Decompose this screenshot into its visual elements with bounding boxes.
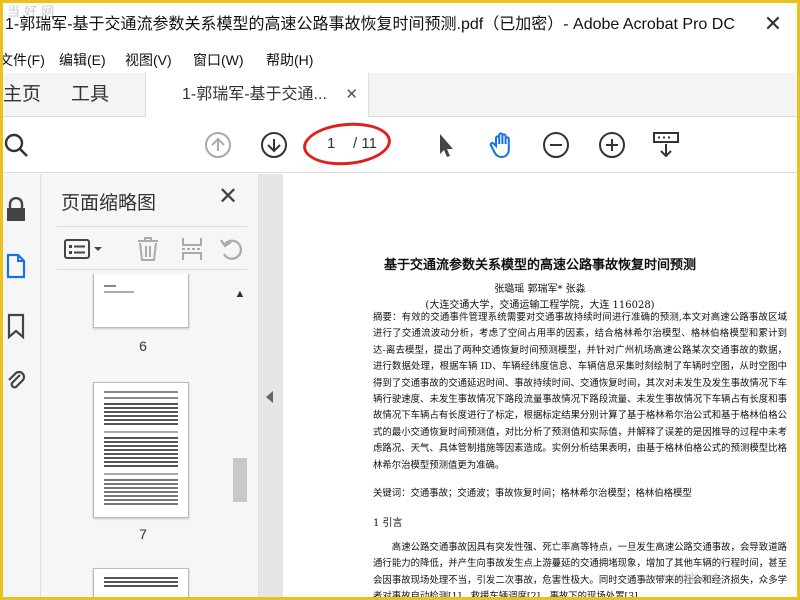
thumbnail-toolbar: [57, 226, 247, 270]
panel-collapse-handle[interactable]: [259, 174, 283, 597]
menu-edit[interactable]: 编辑(E): [59, 47, 106, 73]
acrobat-window: 当 好 网 1-郭瑞军-基于交通流参数关系模型的高速公路事故恢复时间预测.pdf…: [3, 3, 797, 597]
window-close-button[interactable]: ✕: [759, 11, 787, 39]
menu-window[interactable]: 窗口(W): [193, 47, 244, 73]
title-bar: 当 好 网 1-郭瑞军-基于交通流参数关系模型的高速公路事故恢复时间预测.pdf…: [3, 3, 797, 47]
left-navigation-rail: [3, 174, 41, 597]
bookmark-icon[interactable]: [3, 312, 29, 340]
page-down-icon[interactable]: [257, 128, 291, 162]
collapse-arrow-icon: [266, 391, 273, 403]
thumbnail-list: 6 7 ▲: [41, 274, 259, 597]
page-thumbnails-icon[interactable]: [3, 252, 29, 280]
thumbnail-page-6[interactable]: [93, 274, 189, 328]
thumbnail-label-7: 7: [139, 526, 147, 542]
panel-title: 页面缩略图: [61, 193, 157, 214]
thumbnail-page-7[interactable]: [93, 382, 189, 518]
select-tool-icon[interactable]: [429, 128, 463, 162]
thumbnail-scrollbar[interactable]: ▲: [231, 274, 249, 597]
options-menu-icon[interactable]: [61, 235, 105, 263]
attachment-icon[interactable]: [3, 366, 29, 394]
hand-tool-icon[interactable]: [485, 128, 519, 162]
lock-icon[interactable]: [3, 196, 29, 224]
scrollbar-thumb[interactable]: [233, 458, 247, 502]
menu-file[interactable]: 文件(F): [3, 47, 45, 73]
paper-abstract: 摘要：有效的交通事件管理系统需要对交通事故持续时间进行准确的预测,本文对高速公路…: [373, 312, 787, 471]
tab-close-button[interactable]: ✕: [345, 73, 358, 117]
tab-document-label: 1-郭瑞军-基于交通...: [182, 86, 327, 103]
tab-bar: 主页 工具 1-郭瑞军-基于交通... ✕: [3, 73, 797, 118]
total-pages: / 11: [353, 135, 377, 152]
paper-keywords: 关键词：交通事故；交通波；事故恢复时间；格林希尔治模型；格林伯格模型: [373, 488, 692, 499]
paper-affiliation: (大连交通大学，交通运输工程学院，大连 116028): [425, 300, 655, 311]
menu-view[interactable]: 视图(V): [125, 47, 172, 73]
tab-document[interactable]: 1-郭瑞军-基于交通... ✕: [145, 73, 369, 118]
paper-authors: 张璐瑶 郭瑞军* 张淼: [494, 284, 586, 295]
tab-tools[interactable]: 工具: [71, 73, 109, 117]
paper-body: 高速公路交通事故因具有突发性强、死亡率高等特点，一旦发生高速公路交通事故，会导致…: [373, 542, 787, 597]
scroll-mode-icon[interactable]: [649, 128, 683, 162]
current-page[interactable]: 1: [327, 135, 335, 152]
thumbnail-page-8[interactable]: [93, 568, 189, 597]
menu-help[interactable]: 帮助(H): [266, 47, 313, 73]
delete-icon[interactable]: [133, 235, 163, 263]
rotate-icon[interactable]: [217, 235, 247, 263]
section-heading: 1 引言: [373, 518, 403, 529]
toolbar: 1 / 11: [3, 117, 797, 173]
page-up-icon[interactable]: [201, 128, 235, 162]
panel-close-button[interactable]: ✕: [215, 184, 241, 210]
paper-title: 基于交通流参数关系模型的高速公路事故恢复时间预测: [383, 258, 696, 273]
page-watermark: www.ozbh.net: [643, 570, 718, 584]
scroll-up-icon[interactable]: ▲: [231, 288, 249, 302]
menu-bar: 文件(F) 编辑(E) 视图(V) 窗口(W) 帮助(H): [3, 47, 797, 73]
tab-home[interactable]: 主页: [3, 73, 41, 117]
page-thumbnails-panel: 页面缩略图 ✕ 6 7 ▲: [41, 174, 259, 597]
window-title: 1-郭瑞军-基于交通流参数关系模型的高速公路事故恢复时间预测.pdf（已加密）-…: [5, 16, 735, 33]
extract-pages-icon[interactable]: [177, 235, 207, 263]
page-number-field[interactable]: 1 / 11: [313, 135, 383, 157]
zoom-out-icon[interactable]: [539, 128, 573, 162]
zoom-in-icon[interactable]: [595, 128, 629, 162]
document-view[interactable]: 基于交通流参数关系模型的高速公路事故恢复时间预测 张璐瑶 郭瑞军* 张淼 (大连…: [283, 174, 797, 597]
thumbnail-label-6: 6: [139, 338, 147, 354]
search-icon[interactable]: [3, 128, 33, 162]
